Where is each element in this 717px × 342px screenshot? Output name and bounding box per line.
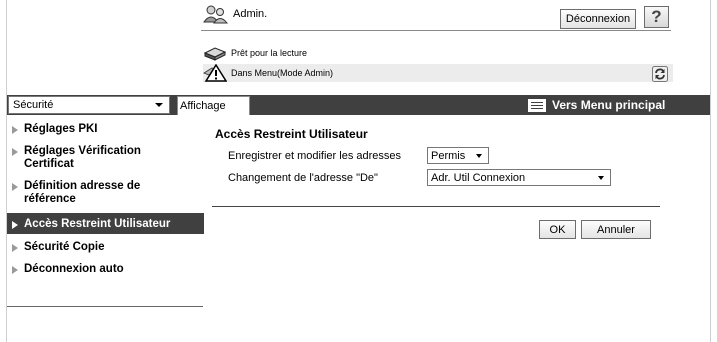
cancel-button[interactable]: Annuler [581,220,651,239]
from-address-value: Adr. Util Connexion [431,171,526,184]
sidebar-divider [7,306,203,307]
addresses-permission-value: Permis [431,149,466,162]
section-select[interactable]: Sécurité [8,96,170,114]
sidebar-item-pki[interactable]: Réglages PKI [7,118,204,140]
sidebar-item-certificate[interactable]: Réglages Vérification Certificat [7,140,204,175]
sidebar-item-label: Réglages PKI [24,123,98,135]
field-label-from-address: Changement de l'adresse "De" [228,172,378,184]
chevron-down-icon [598,176,604,180]
status-ready: Prêt pour la lecture [203,45,307,61]
triangle-right-icon [12,244,18,252]
triangle-right-icon [12,148,18,156]
sidebar-item-auto-logout[interactable]: Déconnexion auto [7,257,204,279]
triangle-right-icon [12,126,18,134]
field-label-addresses: Enregistrer et modifier les adresses [228,150,402,162]
triangle-right-icon [12,221,18,229]
logout-button[interactable]: Déconnexion [560,9,636,29]
user-label: Admin. [233,8,268,20]
sidebar-item-label: Réglages Vérification Certificat [24,145,141,170]
chevron-down-icon [476,154,482,158]
section-select-value: Sécurité [13,99,54,111]
refresh-icon[interactable] [652,66,668,82]
sidebar-item-label: Déconnexion auto [24,263,124,275]
from-address-select[interactable]: Adr. Util Connexion [427,169,611,186]
main-menu-link[interactable]: Vers Menu principal [528,97,665,113]
sidebar-item-reference-address[interactable]: Définition adresse de référence [7,175,204,213]
sidebar: Réglages PKI Réglages Vérification Certi… [7,118,204,279]
chevron-down-icon [155,103,163,107]
sidebar-item-user-restriction[interactable]: Accès Restreint Utilisateur [7,213,204,235]
addresses-permission-select[interactable]: Permis [427,147,489,164]
triangle-right-icon [12,183,18,191]
admin-user-icon [203,5,229,24]
menu-icon [528,98,546,112]
user-info: Admin. [203,4,267,24]
status-mode: Dans Menu(Mode Admin) [203,64,440,82]
main-menu-label: Vers Menu principal [552,98,666,112]
panel-divider [212,206,660,207]
warning-icon [203,64,227,82]
status-mode-text: Dans Menu(Mode Admin) [231,68,334,78]
triangle-right-icon [12,266,18,274]
sidebar-item-label: Sécurité Copie [24,241,105,253]
page-title: Accès Restreint Utilisateur [215,127,368,141]
ok-button[interactable]: OK [539,220,576,239]
header-divider [201,30,671,31]
sidebar-item-label: Définition adresse de référence [24,180,141,205]
tab-affichage[interactable]: Affichage [177,96,250,115]
sidebar-item-label: Accès Restreint Utilisateur [24,218,171,230]
sidebar-item-copy-security[interactable]: Sécurité Copie [7,235,204,257]
status-ready-text: Prêt pour la lecture [231,48,308,58]
help-button[interactable]: ? [644,6,669,28]
printer-icon [203,47,227,61]
